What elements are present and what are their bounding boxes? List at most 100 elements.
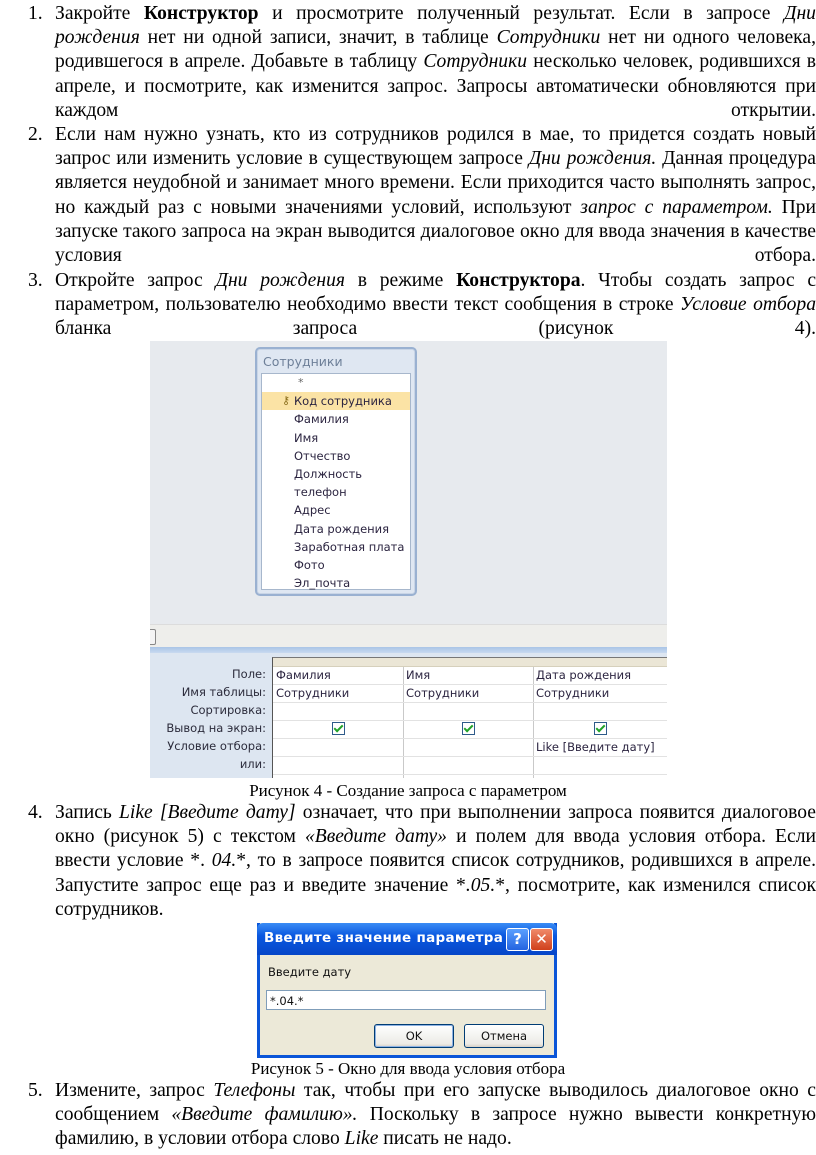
italic-text: .05. <box>465 874 496 896</box>
italic-text: запрос с параметром. <box>580 196 773 218</box>
figure-5-caption: Рисунок 5 - Окно для ввода условия отбор… <box>250 1059 566 1078</box>
help-icon[interactable]: ? <box>506 928 529 951</box>
list-number: 3. <box>28 270 43 291</box>
grid-cell-table[interactable]: Сотрудники <box>273 685 403 703</box>
field-item[interactable]: Отчество <box>262 447 410 465</box>
italic-text: Дни рождения. <box>528 148 657 170</box>
field-item[interactable]: Эл_почта <box>262 574 410 592</box>
show-checkbox[interactable] <box>594 722 607 735</box>
close-icon[interactable]: ✕ <box>530 928 553 951</box>
horizontal-scrollbar[interactable] <box>150 624 667 647</box>
row-label-table: Имя таблицы: <box>181 685 266 699</box>
italic-text: «Введите фамилию». <box>171 1104 358 1126</box>
text-run: писать не надо. <box>378 1128 512 1150</box>
field-item[interactable]: * <box>262 374 410 392</box>
list-number: 4. <box>28 802 43 823</box>
ok-button[interactable]: OK <box>374 1024 454 1048</box>
table-title: Сотрудники <box>263 354 343 369</box>
field-name: Дата рождения <box>294 521 390 536</box>
text-run: и просмотрите полученный результат. Если… <box>258 3 784 24</box>
grid-cell-field[interactable]: Фамилия <box>273 667 403 685</box>
field-item[interactable]: Должность <box>262 465 410 483</box>
grid-cell-sort[interactable] <box>273 703 403 721</box>
grid-row-labels: Поле: Имя таблицы: Сортировка: Вывод на … <box>150 665 266 773</box>
parameter-dialog: Введите значение параметра ? ✕ Введите д… <box>257 923 557 1058</box>
dialog-prompt: Введите дату <box>268 965 352 979</box>
list-item-text: Если нам нужно узнать, кто из сотруднико… <box>55 123 816 292</box>
figure-4-caption: Рисунок 4 - Создание запроса с параметро… <box>249 781 567 800</box>
primary-key-icon: ⚷ <box>282 394 291 408</box>
field-name: Имя <box>294 430 319 445</box>
grid-cell-or[interactable] <box>533 757 667 775</box>
field-item[interactable]: Имя <box>262 429 410 447</box>
row-label-show: Вывод на экран: <box>166 721 266 735</box>
text-run: бланка запроса (рисунок 4). <box>55 318 816 340</box>
list-number: 5. <box>28 1080 43 1101</box>
show-checkbox[interactable] <box>461 722 475 735</box>
grid-cell-sort[interactable] <box>403 703 533 721</box>
field-item[interactable]: Заработная плата <box>262 538 410 556</box>
text-run: Измените, запрос <box>55 1080 214 1101</box>
field-item[interactable]: Фото <box>262 556 410 574</box>
field-name: Фото <box>294 557 325 572</box>
field-item[interactable]: ⚷ Код сотрудника <box>262 392 410 411</box>
italic-text: Телефоны <box>213 1080 296 1101</box>
grid-cell-table[interactable]: Сотрудники <box>403 685 533 703</box>
grid-cell-sort[interactable] <box>533 703 667 721</box>
italic-text: 04. <box>211 850 237 872</box>
scrollbar-thumb[interactable] <box>150 629 156 645</box>
row-label-sort: Сортировка: <box>190 703 266 717</box>
show-checkbox[interactable] <box>331 722 345 735</box>
list-number: 1. <box>28 3 43 24</box>
row-label-field: Поле: <box>232 667 266 681</box>
table-field-list[interactable]: Сотрудники * ⚷ Код сотрудника Фамилия Имя Отч… <box>255 347 417 596</box>
text-run: Откройте запрос <box>55 270 216 291</box>
column-selector[interactable] <box>273 658 403 667</box>
field-name: Фамилия <box>294 412 349 427</box>
italic-text: Сотрудники <box>423 51 528 73</box>
field-name: Адрес <box>294 503 331 518</box>
bold-text: Конструктора <box>456 270 581 291</box>
text-run: Запись <box>55 802 120 823</box>
field-name: Должность <box>294 466 363 481</box>
grid-cell-show[interactable] <box>403 721 533 739</box>
text-run: Закройте <box>55 3 144 24</box>
grid-cell-field[interactable]: Дата рождения <box>533 667 667 685</box>
italic-text: Сотрудники <box>496 27 601 49</box>
field-list: * ⚷ Код сотрудника Фамилия Имя Отчество Должно… <box>261 373 411 590</box>
grid-cell-criteria[interactable] <box>403 739 533 757</box>
grid-cell-or[interactable] <box>273 757 403 775</box>
field-item[interactable]: телефон <box>262 483 410 501</box>
italic-text: Like [Введите дату] <box>119 802 296 823</box>
italic-text: Дни рождения <box>215 270 346 291</box>
parameter-input[interactable]: *.04.* <box>266 990 546 1010</box>
list-item-2: 2. Если нам нужно узнать, кто из сотрудн… <box>28 123 816 292</box>
field-item[interactable]: Фамилия <box>262 410 410 428</box>
field-item[interactable]: Дата рождения <box>262 520 410 538</box>
grid-cell-criteria[interactable]: Like [Введите дату] <box>533 739 667 757</box>
field-name: Отчество <box>294 448 351 463</box>
field-name: * <box>298 376 304 389</box>
column-selector[interactable] <box>403 658 533 667</box>
cancel-button[interactable]: Отмена <box>464 1024 544 1048</box>
grid-cell-field[interactable]: Имя <box>403 667 533 685</box>
column-selector[interactable] <box>533 658 667 667</box>
grid-cell-show[interactable] <box>533 721 667 739</box>
field-name: Заработная плата <box>294 539 405 554</box>
grid-column: Фамилия Сотрудники <box>273 658 404 778</box>
figure-query-designer: Сотрудники * ⚷ Код сотрудника Фамилия Имя Отч… <box>150 341 667 778</box>
list-item-5: 5. Измените, запрос Телефоны так, чтобы … <box>28 1079 816 1152</box>
field-item[interactable]: Адрес <box>262 501 410 519</box>
dialog-title: Введите значение параметра <box>264 930 504 946</box>
list-number: 2. <box>28 124 43 145</box>
grid-cell-or[interactable] <box>403 757 533 775</box>
grid-cell-show[interactable] <box>273 721 403 739</box>
grid-cell-table[interactable]: Сотрудники <box>533 685 667 703</box>
dialog-titlebar[interactable]: Введите значение параметра ? ✕ <box>257 923 557 955</box>
grid-column: Дата рождения Сотрудники Like [Введите дат… <box>533 658 667 778</box>
list-item-text: Измените, запрос Телефоны так, чтобы при… <box>55 1079 816 1152</box>
field-name: Код сотрудника <box>294 394 392 409</box>
grid-cell-criteria[interactable] <box>273 739 403 757</box>
bold-text: Конструктор <box>143 3 259 24</box>
row-label-or: или: <box>239 757 266 771</box>
